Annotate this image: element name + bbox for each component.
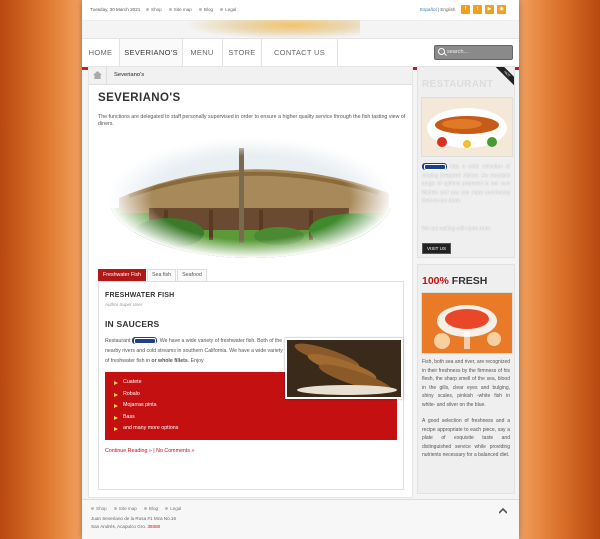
current-date: Tuesday, 30 March 2021 <box>90 7 141 12</box>
back-to-top-icon[interactable] <box>499 508 507 514</box>
home-icon[interactable] <box>93 71 102 79</box>
visit-us-button[interactable]: VISIT US <box>422 243 452 254</box>
fish-list: Cuatete Robalo Mojarras pinta Bass and m… <box>114 377 178 435</box>
lang-english-link[interactable]: English <box>440 7 455 12</box>
bullet-icon <box>91 507 94 511</box>
continue-reading-link[interactable]: Continue Reading » | No Comments » <box>105 448 194 454</box>
list-item: Cuatete <box>114 377 178 389</box>
page-title: SEVERIANO'S <box>98 92 181 104</box>
footer-link-blog[interactable]: Blog <box>143 506 159 511</box>
address-zip: 39380 <box>147 524 161 529</box>
top-link-legal[interactable]: Legal <box>220 7 236 12</box>
nav-item-home[interactable]: HOME <box>82 39 120 67</box>
bullet-icon <box>165 507 169 511</box>
restaurant-photo <box>109 138 393 258</box>
nav-item-store[interactable]: STORE <box>223 39 262 67</box>
list-item: Bass <box>114 412 178 424</box>
tab-seafood[interactable]: Seafood <box>177 269 207 281</box>
severianos-logo-icon <box>422 163 447 171</box>
header-banner-image <box>190 20 360 38</box>
bullet-icon <box>198 8 202 12</box>
search-box <box>434 45 513 60</box>
top-links: Shop Site map Blog Legal <box>146 7 236 12</box>
address-city: San Andrés, Acapulco Gro. <box>91 524 148 529</box>
nav-item-contact[interactable]: CONTACT US <box>262 39 338 67</box>
list-item: and many more options <box>114 423 178 435</box>
nav-item-severianos[interactable]: SEVERIANO'S <box>119 39 183 67</box>
language-switcher: Español | English <box>420 7 455 12</box>
fresh-widget: 100% FRESH Fish, both sea and river, are… <box>417 264 515 494</box>
page-container: Tuesday, 30 March 2021 Shop Site map Blo… <box>82 0 519 539</box>
widget-text: has a wide selection of varying prepared… <box>422 163 510 206</box>
fresh-text-b: A good selection of freshness and a reci… <box>422 418 510 458</box>
page-intro: The functions are delegated to staff per… <box>98 114 406 127</box>
para-prefix: Restaurant <box>105 338 131 344</box>
footer-link-label: Blog <box>148 506 159 511</box>
footer-link-shop[interactable]: Shop <box>91 506 107 511</box>
seafood-cocktail-photo <box>421 292 513 354</box>
search-input[interactable] <box>447 47 507 57</box>
fried-fish-photo <box>285 338 403 399</box>
tab-panel: FRESHWATER FISH Author Super User IN SAU… <box>98 281 404 490</box>
top-link-label: Legal <box>225 7 237 12</box>
top-link-sitemap[interactable]: Site map <box>168 7 192 12</box>
footer-link-label: Shop <box>96 506 107 511</box>
twitter-icon[interactable]: t <box>473 5 482 14</box>
restaurant-widget: RESTAURANT HOT has a wide selection of v… <box>417 66 515 258</box>
rss-icon[interactable]: ◉ <box>497 5 506 14</box>
main-content: Severiano's SEVERIANO'S The functions ar… <box>88 66 413 498</box>
fish-tabs: Freshwater Fish Sea fish Seafood <box>98 269 208 281</box>
address-line-2: San Andrés, Acapulco Gro. 39380 <box>91 523 176 531</box>
footer-link-label: Site map <box>118 506 137 511</box>
footer-link-label: Legal <box>170 506 182 511</box>
bullet-icon <box>143 507 147 511</box>
title-highlight: 100% <box>422 275 449 287</box>
severianos-logo-icon <box>131 337 157 345</box>
para-bold: or whole fillets <box>151 358 188 364</box>
facebook-icon[interactable]: f <box>461 5 470 14</box>
ribbon-label: HOT <box>494 67 514 87</box>
widget-title: 100% FRESH <box>422 275 487 287</box>
footer-link-sitemap[interactable]: Site map <box>113 506 137 511</box>
title-rest: FRESH <box>448 275 488 287</box>
breadcrumb-current: Severiano's <box>114 72 145 78</box>
breadcrumb-divider <box>106 67 107 84</box>
para-end: . Enjoy <box>187 358 204 364</box>
bullet-icon <box>146 8 149 12</box>
social-icons: f t ▶ ◉ <box>461 5 506 14</box>
fresh-text-a: Fish, both sea and river, are recognized… <box>422 359 510 408</box>
bullet-icon <box>168 8 172 12</box>
footer-address: Juan Severiano de la Rosa #1 Mza No.16 S… <box>91 515 176 531</box>
lang-spanish-link[interactable]: Español <box>420 7 437 12</box>
footer-links: Shop Site map Blog Legal <box>91 506 181 511</box>
top-bar: Tuesday, 30 March 2021 Shop Site map Blo… <box>82 0 519 21</box>
tab-freshwater-fish[interactable]: Freshwater Fish <box>98 269 146 281</box>
top-link-label: Shop <box>151 7 162 12</box>
top-link-label: Blog <box>203 7 214 12</box>
list-item: Robalo <box>114 389 178 401</box>
breadcrumb: Severiano's <box>89 67 412 85</box>
article-author: Author Super User <box>105 302 143 307</box>
article-title[interactable]: FRESHWATER FISH <box>105 292 174 299</box>
footer: Shop Site map Blog Legal Juan Severiano … <box>82 500 519 539</box>
list-item: Mojarras pinta <box>114 400 178 412</box>
nav-item-menu[interactable]: MENU <box>182 39 223 67</box>
youtube-icon[interactable]: ▶ <box>485 5 494 14</box>
address-line-1: Juan Severiano de la Rosa #1 Mza No.16 <box>91 516 177 521</box>
search-icon[interactable] <box>438 48 445 55</box>
top-link-label: Site map <box>173 7 192 12</box>
fish-dish-photo <box>421 97 513 157</box>
tab-sea-fish[interactable]: Sea fish <box>146 269 177 281</box>
top-link-shop[interactable]: Shop <box>146 7 162 12</box>
article-paragraph: Restaurant . We have a wide variety of f… <box>105 336 285 366</box>
widget-title: RESTAURANT <box>422 79 494 90</box>
top-link-blog[interactable]: Blog <box>198 7 214 12</box>
hot-ribbon: HOT <box>494 67 514 87</box>
widget-tagline: We are waiting with open arms <box>422 226 491 232</box>
article-subtitle: IN SAUCERS <box>105 319 160 329</box>
bullet-icon <box>113 507 117 511</box>
bullet-icon <box>220 8 224 12</box>
footer-link-legal[interactable]: Legal <box>165 506 181 511</box>
